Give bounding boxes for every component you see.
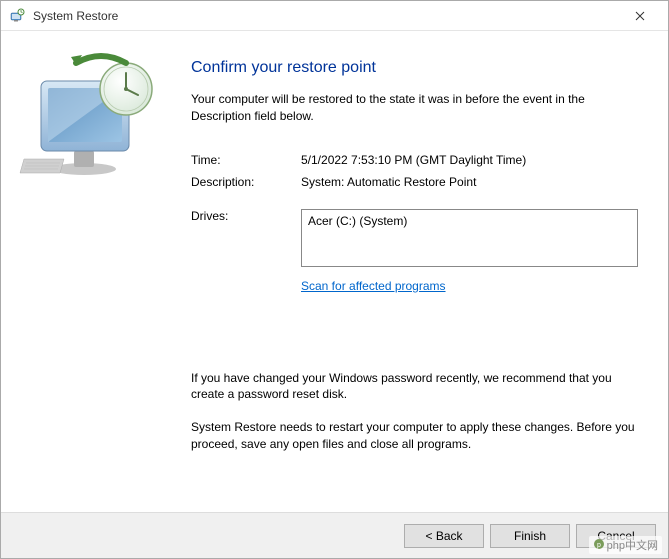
drives-list[interactable]: Acer (C:) (System) bbox=[301, 209, 638, 267]
finish-button[interactable]: Finish bbox=[490, 524, 570, 548]
drives-row: Drives: Acer (C:) (System) bbox=[191, 209, 638, 267]
footer: < Back Finish Cancel bbox=[1, 512, 668, 558]
content-area: Confirm your restore point Your computer… bbox=[1, 31, 668, 512]
cancel-button[interactable]: Cancel bbox=[576, 524, 656, 548]
main-panel: Confirm your restore point Your computer… bbox=[181, 31, 668, 512]
password-note: If you have changed your Windows passwor… bbox=[191, 370, 638, 404]
scan-affected-link[interactable]: Scan for affected programs bbox=[301, 279, 446, 293]
close-button[interactable] bbox=[620, 2, 660, 30]
titlebar: System Restore bbox=[1, 1, 668, 31]
page-heading: Confirm your restore point bbox=[191, 59, 638, 77]
close-icon bbox=[635, 11, 645, 21]
window-title: System Restore bbox=[33, 9, 620, 23]
system-restore-large-icon bbox=[16, 51, 166, 181]
time-row: Time: 5/1/2022 7:53:10 PM (GMT Daylight … bbox=[191, 153, 638, 167]
time-value: 5/1/2022 7:53:10 PM (GMT Daylight Time) bbox=[301, 153, 638, 167]
description-value: System: Automatic Restore Point bbox=[301, 175, 638, 189]
back-button[interactable]: < Back bbox=[404, 524, 484, 548]
system-restore-icon bbox=[9, 8, 25, 24]
sidebar bbox=[1, 31, 181, 512]
drives-label: Drives: bbox=[191, 209, 301, 267]
description-label: Description: bbox=[191, 175, 301, 189]
drive-item: Acer (C:) (System) bbox=[308, 214, 407, 228]
description-row: Description: System: Automatic Restore P… bbox=[191, 175, 638, 189]
page-subtext: Your computer will be restored to the st… bbox=[191, 91, 638, 125]
time-label: Time: bbox=[191, 153, 301, 167]
restart-note: System Restore needs to restart your com… bbox=[191, 419, 638, 453]
